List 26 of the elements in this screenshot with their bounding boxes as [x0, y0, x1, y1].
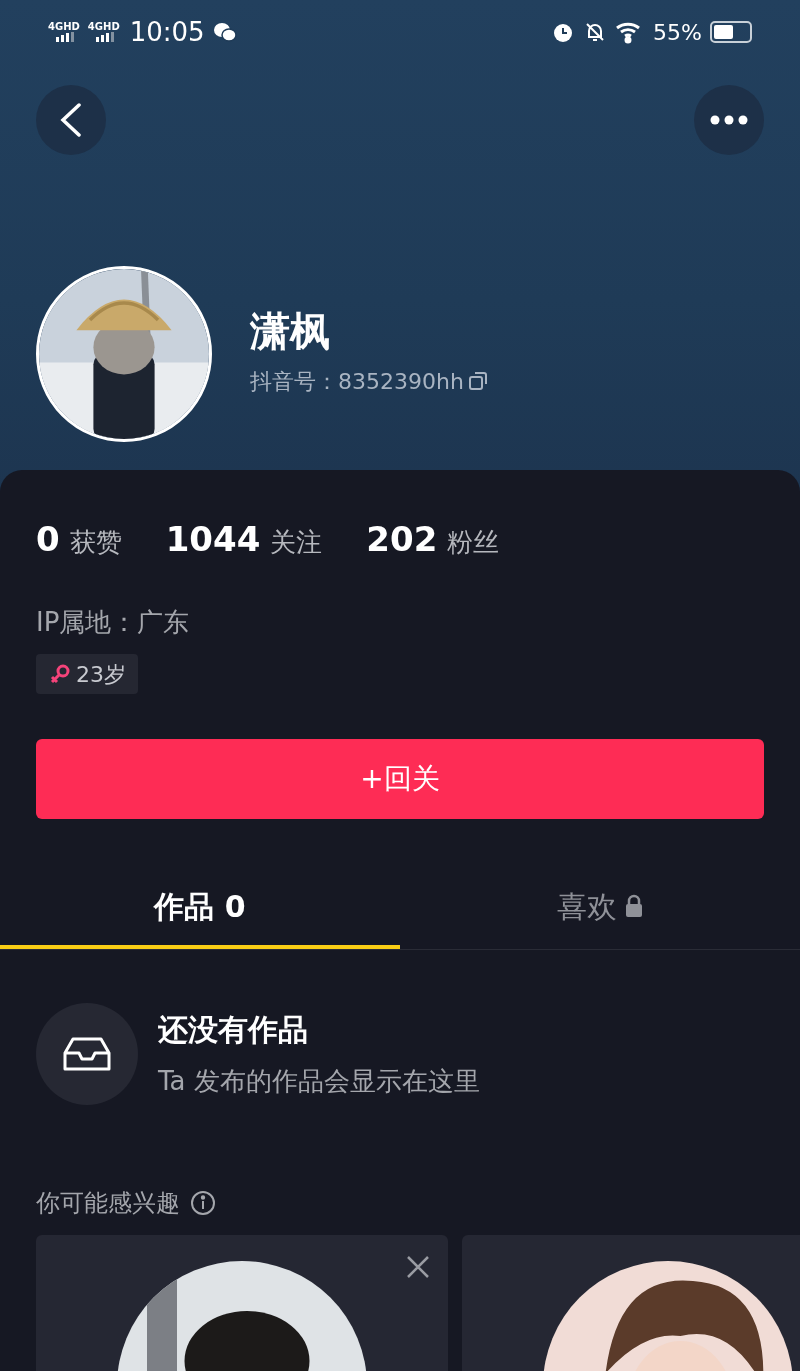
- stat-count[interactable]: 0 获赞: [36, 514, 122, 565]
- back-icon: [60, 103, 82, 137]
- battery-percent: 55%: [653, 18, 702, 47]
- follow-back-button[interactable]: +回关: [36, 739, 764, 819]
- profile-name: 潇枫: [250, 310, 331, 351]
- network-type: 4GHD: [48, 22, 80, 32]
- stat-count[interactable]: 1044 关注: [165, 514, 323, 565]
- more-icon: [710, 115, 748, 125]
- empty-title: 还没有作品: [158, 1011, 309, 1049]
- battery-icon: [710, 21, 752, 43]
- network-type: 4GHD: [87, 22, 120, 32]
- profile-tab[interactable]: 喜欢: [400, 867, 800, 949]
- age-tag: 23岁: [36, 654, 138, 694]
- account-id: 抖音号：8352390hh: [250, 367, 464, 396]
- stat-count[interactable]: 202 粉丝: [366, 514, 500, 565]
- copy-icon[interactable]: [467, 371, 488, 391]
- info-icon[interactable]: [190, 1190, 216, 1216]
- chat-icon: [212, 21, 237, 43]
- profile-tab[interactable]: 作品 0: [0, 867, 400, 949]
- section-title: 你可能感兴趣: [36, 1188, 180, 1219]
- clock-time: 10:05: [129, 15, 205, 49]
- female-icon: [48, 662, 72, 686]
- close-icon[interactable]: [406, 1255, 430, 1279]
- ip-location: IP属地：广东: [36, 607, 190, 637]
- empty-subtitle: Ta 发布的作品会显示在这里: [158, 1065, 480, 1098]
- inbox-icon: [63, 1036, 111, 1072]
